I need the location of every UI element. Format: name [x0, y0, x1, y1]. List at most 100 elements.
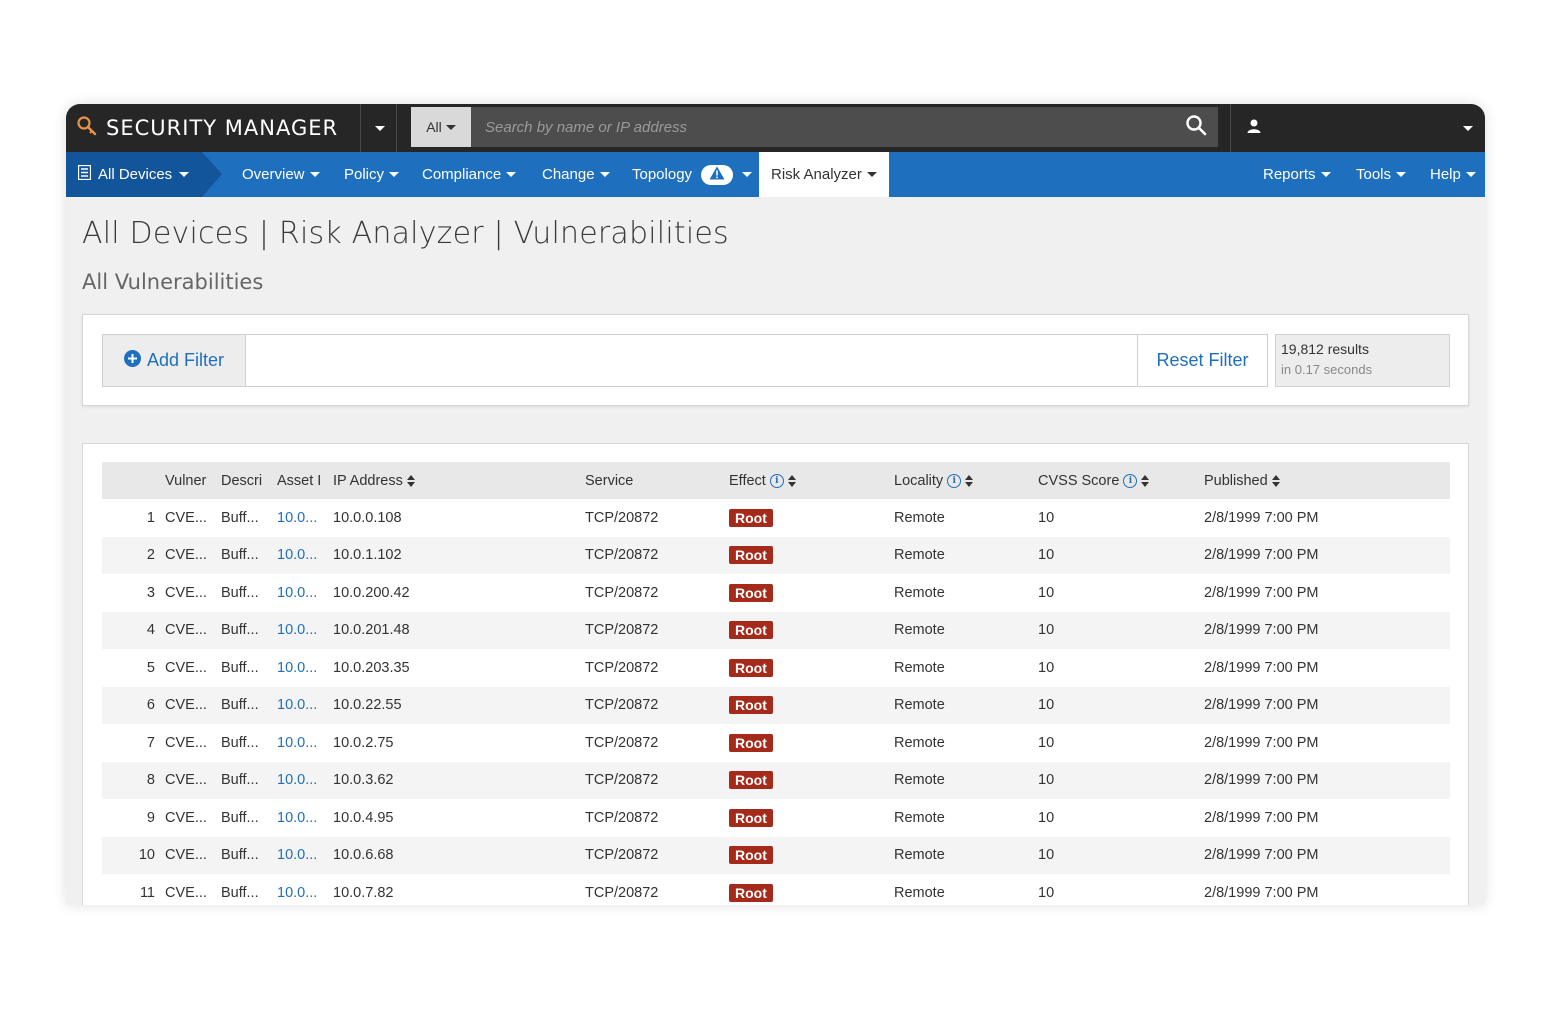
nav-label: Topology: [632, 166, 693, 183]
info-icon[interactable]: i: [1123, 473, 1138, 488]
column-header-vulnerability[interactable]: Vulner: [165, 462, 221, 499]
sort-icon[interactable]: [1271, 474, 1280, 487]
cell-cvss-score: 10: [1038, 772, 1055, 789]
cell-asset-link[interactable]: 10.0...: [277, 837, 333, 875]
cell-published: 2/8/1999 7:00 PM: [1204, 847, 1319, 864]
nav-policy[interactable]: Policy: [344, 152, 400, 197]
info-icon[interactable]: i: [769, 473, 784, 488]
table-row[interactable]: 4 CVE... Buff... 10.0... 10.0.201.48 TCP/2087…: [102, 611, 1450, 650]
cell-vulnerability: CVE...: [165, 622, 207, 639]
filter-input-area[interactable]: [246, 335, 1137, 386]
cell-locality: Remote: [894, 884, 945, 901]
column-header-asset[interactable]: Asset I: [277, 462, 333, 499]
reset-filter-button[interactable]: Reset Filter: [1137, 335, 1267, 386]
nav-label: Policy: [344, 166, 385, 183]
cell-ip-address: 10.0.4.95: [333, 809, 394, 826]
cell-asset-link[interactable]: 10.0...: [277, 574, 333, 612]
cell-vulnerability: CVE...: [165, 584, 207, 601]
table-row[interactable]: 3 CVE... Buff... 10.0... 10.0.200.42 TCP/2087…: [102, 574, 1450, 612]
nav-tools[interactable]: Tools: [1356, 152, 1407, 197]
row-number: 7: [146, 734, 155, 751]
column-header-ip[interactable]: IP Address: [333, 462, 585, 499]
cell-asset-link[interactable]: 10.0...: [277, 499, 333, 537]
search-scope-dropdown[interactable]: All: [411, 107, 471, 147]
magnifier-key-icon: [76, 115, 98, 142]
chevron-down-icon: [599, 172, 610, 177]
cell-vulnerability: CVE...: [165, 697, 207, 714]
sort-icon[interactable]: [1141, 474, 1150, 487]
cell-service: TCP/20872: [585, 659, 659, 676]
column-header-effect[interactable]: Effect i: [729, 462, 894, 499]
chevron-down-icon: [389, 172, 400, 177]
nav-reports[interactable]: Reports: [1263, 152, 1331, 197]
nav-label: Change: [542, 166, 595, 183]
cell-asset-link[interactable]: 10.0...: [277, 687, 333, 725]
table-row[interactable]: 5 CVE... Buff... 10.0... 10.0.203.35 TCP/2087…: [102, 649, 1450, 687]
table-row[interactable]: 11 CVE... Buff... 10.0... 10.0.7.82 TCP/20872…: [102, 874, 1450, 905]
cell-ip-address: 10.0.203.35: [333, 659, 410, 676]
column-header-number: [102, 462, 165, 499]
user-menu-button[interactable]: [1242, 116, 1266, 140]
nav-label: Tools: [1356, 166, 1392, 183]
nav-change[interactable]: Change: [542, 152, 610, 197]
sort-icon[interactable]: [787, 474, 796, 487]
column-header-description[interactable]: Descri: [221, 462, 277, 499]
sort-icon[interactable]: [406, 474, 415, 487]
info-icon[interactable]: i: [947, 473, 962, 488]
table-row[interactable]: 1 CVE... Buff... 10.0... 10.0.0.108 TCP/20872…: [102, 499, 1450, 537]
cell-locality: Remote: [894, 509, 945, 526]
nav-topology[interactable]: Topology: [632, 152, 753, 197]
user-menu-caret[interactable]: [1456, 104, 1480, 152]
cell-asset-link[interactable]: 10.0...: [277, 799, 333, 837]
column-header-cvss[interactable]: CVSS Score i: [1038, 462, 1204, 499]
add-filter-button[interactable]: Add Filter: [103, 335, 246, 386]
search-input[interactable]: [471, 107, 1174, 147]
header-label: Effect: [729, 472, 766, 489]
table-row[interactable]: 2 CVE... Buff... 10.0... 10.0.1.102 TCP/20872…: [102, 536, 1450, 575]
search-button[interactable]: [1174, 107, 1218, 147]
nav-compliance[interactable]: Compliance: [422, 152, 517, 197]
results-summary: 19,812 results in 0.17 seconds: [1275, 334, 1450, 387]
cell-asset-link[interactable]: 10.0...: [277, 724, 333, 762]
cell-locality: Remote: [894, 659, 945, 676]
nav-help[interactable]: Help: [1430, 152, 1476, 197]
search-icon: [1185, 114, 1207, 141]
chevron-down-icon: [375, 125, 385, 131]
cell-locality: Remote: [894, 697, 945, 714]
column-header-locality[interactable]: Locality i: [894, 462, 1038, 499]
cell-asset-link[interactable]: 10.0...: [277, 537, 333, 575]
cell-published: 2/8/1999 7:00 PM: [1204, 584, 1319, 601]
nav-risk-analyzer[interactable]: Risk Analyzer: [759, 152, 889, 197]
table-row[interactable]: 7 CVE... Buff... 10.0... 10.0.2.75 TCP/20872 R…: [102, 724, 1450, 762]
cell-asset-link[interactable]: 10.0...: [277, 649, 333, 687]
search-scope-label: All: [426, 119, 442, 135]
cell-asset-link[interactable]: 10.0...: [277, 612, 333, 650]
brand-menu-button[interactable]: [368, 104, 392, 152]
column-header-published[interactable]: Published: [1204, 462, 1450, 499]
table-row[interactable]: 10 CVE... Buff... 10.0... 10.0.6.68 TCP/20872…: [102, 836, 1450, 875]
cell-published: 2/8/1999 7:00 PM: [1204, 734, 1319, 751]
nav-overview[interactable]: Overview: [242, 152, 320, 197]
row-number: 5: [146, 659, 155, 676]
brand[interactable]: SECURITY MANAGER: [76, 104, 338, 152]
table-row[interactable]: 9 CVE... Buff... 10.0... 10.0.4.95 TCP/20872 R…: [102, 799, 1450, 837]
cell-ip-address: 10.0.2.75: [333, 734, 394, 751]
nav-label: Risk Analyzer: [771, 166, 862, 183]
chevron-down-icon: [179, 172, 190, 177]
cell-vulnerability: CVE...: [165, 809, 207, 826]
row-number: 6: [146, 697, 155, 714]
cell-published: 2/8/1999 7:00 PM: [1204, 547, 1319, 564]
cell-asset-link[interactable]: 10.0...: [277, 874, 333, 905]
all-devices-button[interactable]: All Devices: [66, 152, 202, 197]
sort-icon[interactable]: [965, 474, 974, 487]
cell-asset-link[interactable]: 10.0...: [277, 762, 333, 800]
user-icon: [1246, 118, 1262, 139]
table-row[interactable]: 6 CVE... Buff... 10.0... 10.0.22.55 TCP/20872…: [102, 686, 1450, 725]
column-header-service[interactable]: Service: [585, 462, 729, 499]
cell-description: Buff...: [221, 734, 259, 751]
effect-badge: Root: [729, 771, 773, 790]
search-bar: All: [411, 107, 1218, 147]
cell-ip-address: 10.0.201.48: [333, 622, 410, 639]
table-row[interactable]: 8 CVE... Buff... 10.0... 10.0.3.62 TCP/20872 R…: [102, 761, 1450, 800]
effect-badge: Root: [729, 546, 773, 565]
